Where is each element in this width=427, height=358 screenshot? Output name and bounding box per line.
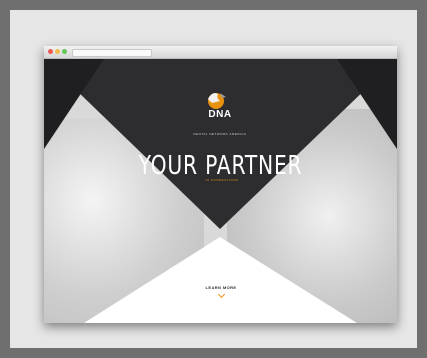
logo-wordmark: DNA xyxy=(208,109,232,120)
learn-more-link[interactable]: LEARN MORE xyxy=(198,285,244,290)
address-bar[interactable] xyxy=(72,49,152,57)
logo-mark-icon xyxy=(208,93,226,109)
hero-headline: YOUR PARTNER xyxy=(138,151,303,181)
close-window-button[interactable] xyxy=(48,49,53,54)
hero-section: DNA DENTAL NETWORK AMERICA YOUR PARTNER … xyxy=(44,59,397,323)
browser-window: DNA DENTAL NETWORK AMERICA YOUR PARTNER … xyxy=(44,46,397,323)
browser-titlebar xyxy=(44,46,397,59)
logo-tagline: DENTAL NETWORK AMERICA xyxy=(193,132,247,136)
zoom-window-button[interactable] xyxy=(62,49,67,54)
bottom-white-triangle xyxy=(84,237,357,323)
hero-subtag: IN CONNECTIONS xyxy=(205,178,239,182)
site-logo[interactable]: DNA xyxy=(200,89,240,129)
dark-triangle-panel xyxy=(44,59,397,229)
minimize-window-button[interactable] xyxy=(55,49,60,54)
